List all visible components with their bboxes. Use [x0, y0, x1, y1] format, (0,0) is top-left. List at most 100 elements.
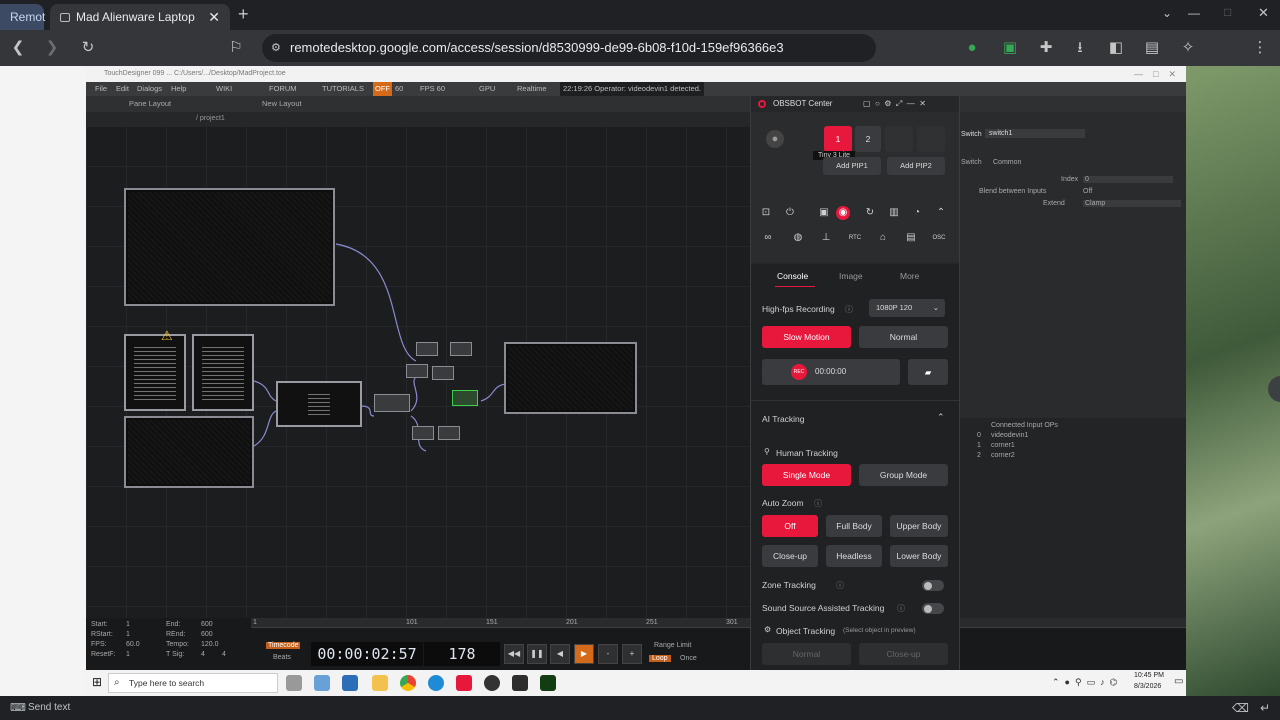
bottom-left-node[interactable]	[124, 416, 254, 488]
top-output-node[interactable]	[124, 188, 335, 306]
op-node-a[interactable]	[374, 394, 410, 412]
menu-off[interactable]: OFF	[373, 82, 392, 96]
notification-icon[interactable]: ▭	[1174, 676, 1183, 687]
file-explorer-icon[interactable]	[372, 675, 388, 691]
tab-mad-alienware-laptop[interactable]: Mad Alienware Laptop ✕	[50, 4, 230, 30]
tempo-value[interactable]: 120.0	[201, 641, 219, 648]
chrome-icon[interactable]	[400, 675, 416, 691]
timeline-ruler[interactable]: 1 101 151 201 251 301	[251, 618, 1186, 628]
close-window-button[interactable]: ✕	[1258, 5, 1269, 21]
composite-node[interactable]	[276, 381, 362, 427]
input-name-1[interactable]: corner1	[991, 442, 1015, 449]
op-node-b[interactable]	[416, 342, 438, 356]
param-tab-switch[interactable]: Switch	[961, 159, 982, 166]
high-fps-select[interactable]: 1080P 120 ⌄	[869, 299, 945, 317]
help-icon[interactable]: ⓘ	[845, 304, 853, 315]
end-value[interactable]: 600	[201, 621, 213, 628]
op-node-g[interactable]	[438, 426, 460, 440]
device-slot-3[interactable]	[885, 126, 913, 152]
forward-icon[interactable]: ❯	[42, 38, 62, 58]
widgets-icon[interactable]	[314, 675, 330, 691]
loop-button[interactable]: Loop	[649, 655, 671, 662]
once-button[interactable]: Once	[680, 655, 697, 662]
close-icon[interactable]: ✕	[208, 9, 220, 26]
task-view-icon[interactable]	[286, 675, 302, 691]
input-name-2[interactable]: corner2	[991, 452, 1015, 459]
tsig-b[interactable]: 4	[222, 651, 226, 658]
record-icon[interactable]: REC	[791, 364, 807, 380]
store-icon[interactable]	[342, 675, 358, 691]
record-bar[interactable]: REC 00:00:00	[762, 359, 900, 385]
backspace-icon[interactable]: ⌫	[1232, 696, 1249, 720]
help-icon[interactable]: ⓘ	[836, 580, 844, 591]
group-mode-button[interactable]: Group Mode	[859, 464, 948, 486]
menu-tutorials[interactable]: TUTORIALS	[322, 82, 364, 96]
zoom-close-up-button[interactable]: Close-up	[762, 545, 818, 567]
touchdesigner-taskbar-icon[interactable]	[512, 675, 528, 691]
extensions-icon[interactable]: ✚	[1036, 38, 1056, 58]
edge-icon[interactable]	[428, 675, 444, 691]
plus-button[interactable]: +	[622, 644, 642, 664]
object-closeup-button[interactable]: Close-up	[859, 643, 948, 665]
wallet-icon[interactable]: ▤	[1142, 38, 1162, 58]
td-path[interactable]: / project1	[196, 112, 225, 126]
send-text-label[interactable]: Send text	[28, 696, 70, 720]
windows-start-icon[interactable]: ⊞	[92, 675, 102, 689]
menu-realtime[interactable]: Realtime	[517, 82, 547, 96]
add-pip2-button[interactable]: Add PIP2	[887, 157, 945, 175]
back-icon[interactable]: ❮	[8, 38, 28, 58]
tsig-a[interactable]: 4	[201, 651, 205, 658]
help-icon[interactable]: ⓘ	[897, 603, 905, 614]
text-node-2[interactable]	[192, 334, 254, 411]
param-tab-common[interactable]: Common	[993, 159, 1021, 166]
tray-icons[interactable]: ⌃ ● ⚲ ▭ ♪ ⌬	[1052, 677, 1117, 688]
menu-dialogs[interactable]: Dialogs	[137, 82, 162, 96]
play-button[interactable]: ▶	[574, 644, 594, 664]
tab-search-icon[interactable]: ⌄	[1162, 6, 1172, 20]
layout-icon[interactable]: ▤	[904, 231, 918, 245]
address-bar[interactable]: ⚙ remotedesktop.google.com/access/sessio…	[262, 34, 876, 62]
start-value[interactable]: 1	[126, 621, 130, 628]
extension-green-icon[interactable]: ●	[962, 38, 982, 58]
network-editor[interactable]: ⚠	[86, 126, 756, 618]
reset-icon[interactable]: ↻	[863, 206, 877, 220]
bookmark-icon[interactable]: ⚐	[226, 38, 246, 58]
user-avatar-icon[interactable]: ●	[766, 130, 784, 148]
minimize-button[interactable]: —	[1188, 6, 1200, 20]
taskbar-search[interactable]: ⌕ Type here to search	[108, 673, 278, 693]
infinity-icon[interactable]: ∞	[761, 231, 775, 245]
menu-edit[interactable]: Edit	[116, 82, 129, 96]
menu-forum[interactable]: FORUM	[269, 82, 297, 96]
audio-icon[interactable]: ▥	[887, 206, 901, 220]
menu-wiki[interactable]: WIKI	[216, 82, 232, 96]
timer-icon[interactable]: ◔	[910, 206, 924, 220]
help-icon[interactable]: ⓘ	[814, 498, 822, 509]
frame-display[interactable]: 178	[424, 642, 500, 666]
new-tab-button[interactable]: +	[238, 4, 249, 24]
warning-icon[interactable]: ⚠	[161, 328, 173, 344]
text-node-1[interactable]	[124, 334, 186, 411]
keyboard-icon[interactable]: ⌨	[10, 696, 26, 720]
op-node-d[interactable]	[406, 364, 428, 378]
resetf-value[interactable]: 1	[126, 651, 130, 658]
sidebar-icon[interactable]: ◧	[1106, 38, 1126, 58]
op-name[interactable]: switch1	[985, 129, 1085, 138]
rend-value[interactable]: 600	[201, 631, 213, 638]
timecode-display[interactable]: 00:00:02:57	[311, 642, 423, 666]
maximize-button[interactable]: □	[1224, 5, 1231, 19]
sound-source-toggle[interactable]	[922, 603, 944, 614]
step-back-button[interactable]: ◀	[550, 644, 570, 664]
zoom-upper-body-button[interactable]: Upper Body	[890, 515, 948, 537]
chevron-up-icon[interactable]: ⌃	[937, 412, 945, 423]
tab-remote[interactable]: Remot	[0, 4, 45, 30]
menu-help[interactable]: Help	[171, 82, 186, 96]
new-layout-label[interactable]: New Layout	[262, 96, 302, 112]
tab-image[interactable]: Image	[839, 271, 863, 281]
normal-button[interactable]: Normal	[859, 326, 948, 348]
slow-motion-button[interactable]: Slow Motion	[762, 326, 851, 348]
pane-layout-label[interactable]: Pane Layout	[129, 96, 171, 112]
leo-ai-icon[interactable]: ✧	[1178, 38, 1198, 58]
tab-console[interactable]: Console	[777, 271, 808, 281]
op-node-f[interactable]	[412, 426, 434, 440]
enter-icon[interactable]: ↵	[1260, 696, 1270, 720]
